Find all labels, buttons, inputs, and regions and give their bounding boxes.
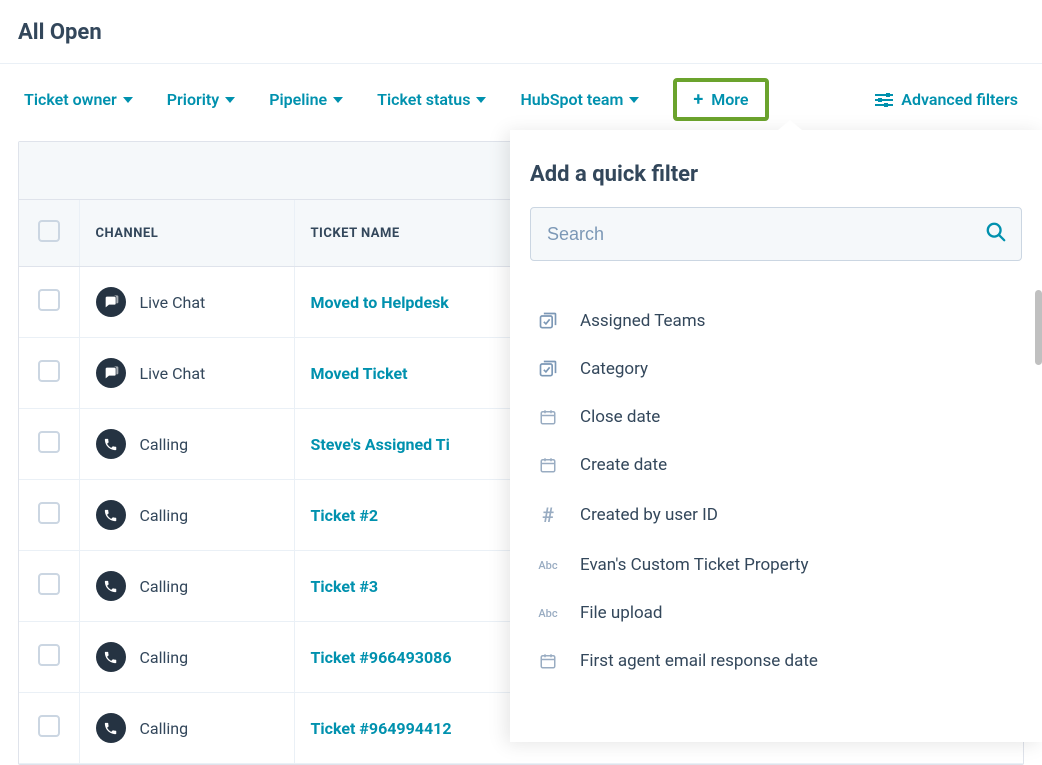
quick-filter-option[interactable]: First agent email response date <box>530 637 1022 685</box>
filter-label: HubSpot team <box>520 90 623 109</box>
scrollbar-thumb[interactable] <box>1035 290 1042 365</box>
channel-label: Calling <box>140 435 189 454</box>
filter-label: Pipeline <box>269 90 327 109</box>
select-all-checkbox[interactable] <box>38 220 60 242</box>
chat-icon <box>96 358 126 388</box>
channel-label: Calling <box>140 648 189 667</box>
quick-filter-option-label: Create date <box>580 455 667 475</box>
row-checkbox-cell <box>19 338 79 409</box>
channel-cell: Calling <box>79 551 294 622</box>
quick-filter-option[interactable]: Assigned Teams <box>530 297 1022 345</box>
channel-cell: Calling <box>79 409 294 480</box>
quick-filter-option[interactable]: Abc Evan's Custom Ticket Property <box>530 541 1022 589</box>
popover-title: Add a quick filter <box>530 162 1022 187</box>
ticket-name-link[interactable]: Ticket #966493086 <box>311 648 452 667</box>
date-icon <box>536 652 560 670</box>
quick-filter-option[interactable]: Close date <box>530 393 1022 441</box>
row-checkbox[interactable] <box>38 573 60 595</box>
ticket-name-link[interactable]: Ticket #964994412 <box>311 719 452 738</box>
abc-icon: Abc <box>536 559 560 572</box>
channel-cell: Calling <box>79 480 294 551</box>
channel-cell: Calling <box>79 693 294 764</box>
row-checkbox-cell <box>19 622 79 693</box>
ticket-name-link[interactable]: Ticket #3 <box>311 577 379 596</box>
quick-filter-popover: Add a quick filter Assigned Teams Categor… <box>510 130 1042 742</box>
row-checkbox[interactable] <box>38 715 60 737</box>
filter-priority[interactable]: Priority <box>167 90 235 109</box>
advanced-filters-label: Advanced filters <box>901 90 1018 109</box>
hash-icon: # <box>536 503 560 527</box>
channel-cell: Live Chat <box>79 267 294 338</box>
column-channel[interactable]: Channel <box>79 200 294 267</box>
row-checkbox-cell <box>19 551 79 622</box>
row-checkbox-cell <box>19 267 79 338</box>
select-all-header <box>19 200 79 267</box>
quick-filter-option-label: Close date <box>580 407 660 427</box>
quick-filter-option-label: File upload <box>580 603 662 623</box>
more-label: More <box>711 90 748 109</box>
quick-filter-option-label: First agent email response date <box>580 651 818 671</box>
quick-filter-option[interactable]: Abc File upload <box>530 589 1022 637</box>
row-checkbox-cell <box>19 693 79 764</box>
ticket-name-link[interactable]: Moved Ticket <box>311 364 408 383</box>
date-icon <box>536 408 560 426</box>
abc-icon: Abc <box>536 607 560 620</box>
channel-label: Live Chat <box>140 364 206 383</box>
phone-icon <box>96 713 126 743</box>
chevron-down-icon <box>333 97 343 103</box>
advanced-filters-button[interactable]: Advanced filters <box>875 90 1018 109</box>
page-title: All Open <box>18 20 1024 45</box>
plus-icon: + <box>693 91 703 109</box>
filter-label: Ticket status <box>377 90 470 109</box>
quick-filter-option-label: Evan's Custom Ticket Property <box>580 555 809 575</box>
row-checkbox-cell <box>19 480 79 551</box>
channel-label: Calling <box>140 719 189 738</box>
date-icon <box>536 456 560 474</box>
quick-filter-option-label: Created by user ID <box>580 505 718 525</box>
filter-label: Priority <box>167 90 219 109</box>
quick-filter-option[interactable]: # Created by user ID <box>530 489 1022 541</box>
quick-filter-option[interactable]: Create date <box>530 441 1022 489</box>
channel-cell: Live Chat <box>79 338 294 409</box>
chevron-down-icon <box>225 97 235 103</box>
filter-hubspot-team[interactable]: HubSpot team <box>520 90 639 109</box>
chevron-down-icon <box>629 97 639 103</box>
chevron-down-icon <box>476 97 486 103</box>
row-checkbox[interactable] <box>38 360 60 382</box>
search-input[interactable] <box>545 223 985 246</box>
quick-filter-option-label: Category <box>580 359 648 379</box>
channel-label: Calling <box>140 577 189 596</box>
filter-pipeline[interactable]: Pipeline <box>269 90 343 109</box>
phone-icon <box>96 429 126 459</box>
row-checkbox[interactable] <box>38 431 60 453</box>
quick-filter-search[interactable] <box>530 207 1022 261</box>
chevron-down-icon <box>123 97 133 103</box>
channel-label: Calling <box>140 506 189 525</box>
phone-icon <box>96 500 126 530</box>
ticket-name-link[interactable]: Moved to Helpdesk <box>311 293 449 312</box>
row-checkbox-cell <box>19 409 79 480</box>
quick-filter-option[interactable]: Category <box>530 345 1022 393</box>
ticket-name-link[interactable]: Ticket #2 <box>311 506 379 525</box>
channel-label: Live Chat <box>140 293 206 312</box>
row-checkbox[interactable] <box>38 644 60 666</box>
row-checkbox[interactable] <box>38 289 60 311</box>
row-checkbox[interactable] <box>38 502 60 524</box>
filter-ticket-status[interactable]: Ticket status <box>377 90 486 109</box>
search-icon <box>985 221 1007 247</box>
chat-icon <box>96 287 126 317</box>
filter-label: Ticket owner <box>24 90 117 109</box>
filter-ticket-owner[interactable]: Ticket owner <box>24 90 133 109</box>
multiselect-icon <box>536 359 560 379</box>
phone-icon <box>96 571 126 601</box>
multiselect-icon <box>536 311 560 331</box>
more-filters-button[interactable]: + More <box>673 78 768 121</box>
phone-icon <box>96 642 126 672</box>
sliders-icon <box>875 92 893 108</box>
channel-cell: Calling <box>79 622 294 693</box>
ticket-name-link[interactable]: Steve's Assigned Ti <box>311 435 450 454</box>
quick-filter-option-label: Assigned Teams <box>580 311 705 331</box>
